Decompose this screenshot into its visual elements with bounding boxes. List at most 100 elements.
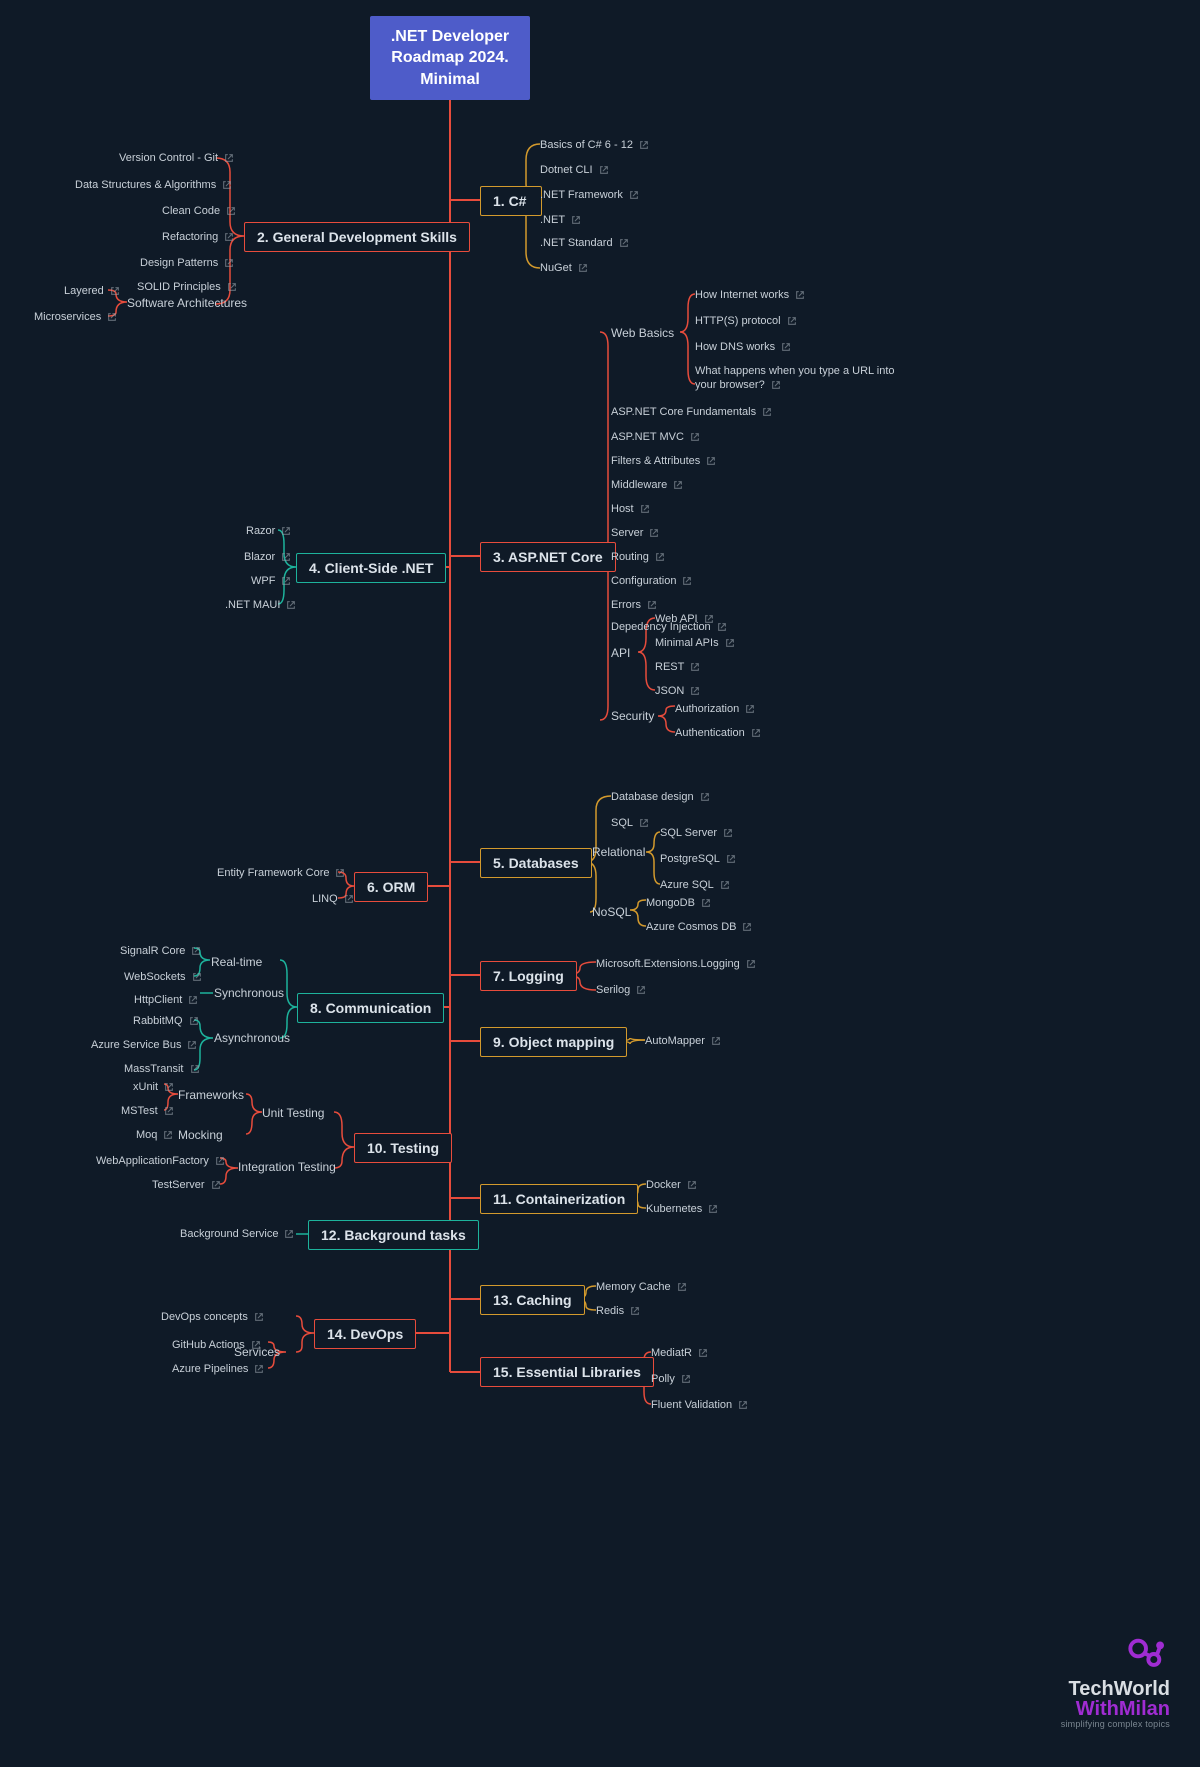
leaf-item[interactable]: Authorization [675,702,755,716]
leaf-item[interactable]: LINQ [312,892,354,906]
leaf-item[interactable]: HttpClient [134,993,198,1007]
leaf-item[interactable]: How Internet works [695,288,805,302]
external-link-icon [649,528,659,538]
leaf-item[interactable]: Server [611,526,659,540]
leaf-item[interactable]: Basics of C# 6 - 12 [540,138,649,152]
leaf-item[interactable]: .NET Standard [540,236,629,250]
leaf-item[interactable]: .NET Framework [540,188,639,202]
leaf-item[interactable]: Razor [246,524,291,538]
external-link-icon [704,614,714,624]
leaf-item[interactable]: Layered [64,284,120,298]
node-n15[interactable]: 15. Essential Libraries [480,1357,654,1387]
leaf-item[interactable]: HTTP(S) protocol [695,314,797,328]
leaf-item[interactable]: MSTest [121,1104,174,1118]
node-n8[interactable]: 8. Communication [297,993,444,1023]
leaf-item[interactable]: SQL Server [660,826,733,840]
leaf-item[interactable]: Azure Pipelines [172,1362,264,1376]
leaf-item[interactable]: Clean Code [162,204,236,218]
leaf-item[interactable]: Kubernetes [646,1202,718,1216]
leaf-item[interactable]: MongoDB [646,896,711,910]
leaf-item[interactable]: GitHub Actions [172,1338,261,1352]
leaf-item[interactable]: DevOps concepts [161,1310,264,1324]
leaf-item[interactable]: Routing [611,550,665,564]
leaf-item[interactable]: How DNS works [695,340,791,354]
leaf-item[interactable]: Minimal APIs [655,636,735,650]
leaf-item[interactable]: TestServer [152,1178,221,1192]
leaf-item[interactable]: Docker [646,1178,697,1192]
leaf-item[interactable]: Background Service [180,1227,294,1241]
external-link-icon [222,180,232,190]
leaf-item[interactable]: Azure Service Bus [91,1038,197,1052]
external-link-icon [281,552,291,562]
leaf-item[interactable]: Authentication [675,726,761,740]
leaf-item[interactable]: Design Patterns [140,256,234,270]
node-n3[interactable]: 3. ASP.NET Core [480,542,616,572]
leaf-item[interactable]: RabbitMQ [133,1014,199,1028]
leaf-item[interactable]: xUnit [133,1080,174,1094]
external-link-icon [187,1040,197,1050]
node-n4[interactable]: 4. Client-Side .NET [296,553,446,583]
leaf-item[interactable]: WPF [251,574,291,588]
node-n9[interactable]: 9. Object mapping [480,1027,627,1057]
leaf-item[interactable]: SignalR Core [120,944,201,958]
node-n12[interactable]: 12. Background tasks [308,1220,479,1250]
leaf-item[interactable]: Errors [611,598,657,612]
external-link-icon [640,504,650,514]
leaf-item[interactable]: PostgreSQL [660,852,736,866]
sublabel: Real-time [211,955,262,969]
leaf-item[interactable]: Data Structures & Algorithms [75,178,232,192]
external-link-icon [344,894,354,904]
node-n14[interactable]: 14. DevOps [314,1319,416,1349]
node-n7[interactable]: 7. Logging [480,961,577,991]
sublabel: Web Basics [611,326,674,340]
leaf-item[interactable]: WebSockets [124,970,202,984]
leaf-item[interactable]: Middleware [611,478,683,492]
leaf-item[interactable]: Filters & Attributes [611,454,716,468]
leaf-item[interactable]: Host [611,502,650,516]
external-link-icon [725,638,735,648]
node-n6[interactable]: 6. ORM [354,872,428,902]
node-n2[interactable]: 2. General Development Skills [244,222,470,252]
leaf-item[interactable]: Dotnet CLI [540,163,609,177]
external-link-icon [711,1036,721,1046]
leaf-item[interactable]: Serilog [596,983,646,997]
leaf-item[interactable]: Database design [611,790,710,804]
leaf-item[interactable]: Fluent Validation [651,1398,748,1412]
leaf-item[interactable]: NuGet [540,261,588,275]
leaf-item[interactable]: MediatR [651,1346,708,1360]
leaf-item[interactable]: Microsoft.Extensions.Logging [596,957,756,971]
leaf-item[interactable]: AutoMapper [645,1034,721,1048]
leaf-item[interactable]: REST [655,660,700,674]
leaf-item[interactable]: Memory Cache [596,1280,687,1294]
leaf-item[interactable]: SQL [611,816,649,830]
leaf-item[interactable]: Polly [651,1372,691,1386]
leaf-item[interactable]: your browser? [695,378,781,392]
leaf-item[interactable]: .NET [540,213,581,227]
node-n13[interactable]: 13. Caching [480,1285,585,1315]
node-n11[interactable]: 11. Containerization [480,1184,638,1214]
node-n10[interactable]: 10. Testing [354,1133,452,1163]
leaf-item[interactable]: Microservices [34,310,117,324]
leaf-item[interactable]: Web API [655,612,714,626]
node-n1[interactable]: 1. C# [480,186,542,216]
leaf-item[interactable]: Version Control - Git [119,151,234,165]
leaf-item[interactable]: Azure Cosmos DB [646,920,752,934]
leaf-item[interactable]: Refactoring [162,230,234,244]
external-link-icon [224,232,234,242]
leaf-item[interactable]: Entity Framework Core [217,866,345,880]
external-link-icon [284,1229,294,1239]
leaf-item[interactable]: Moq [136,1128,173,1142]
leaf-item[interactable]: Azure SQL [660,878,730,892]
leaf-item[interactable]: ASP.NET MVC [611,430,700,444]
leaf-item[interactable]: WebApplicationFactory [96,1154,225,1168]
leaf-item[interactable]: MassTransit [124,1062,200,1076]
leaf-item[interactable]: Redis [596,1304,640,1318]
leaf-item[interactable]: Configuration [611,574,692,588]
leaf-item[interactable]: JSON [655,684,700,698]
leaf-item[interactable]: Blazor [244,550,291,564]
leaf-item[interactable]: ASP.NET Core Fundamentals [611,405,772,419]
leaf-item[interactable]: .NET MAUI [225,598,296,612]
node-n5[interactable]: 5. Databases [480,848,592,878]
leaf-item[interactable]: SOLID Principles [137,280,237,294]
external-link-icon [742,922,752,932]
